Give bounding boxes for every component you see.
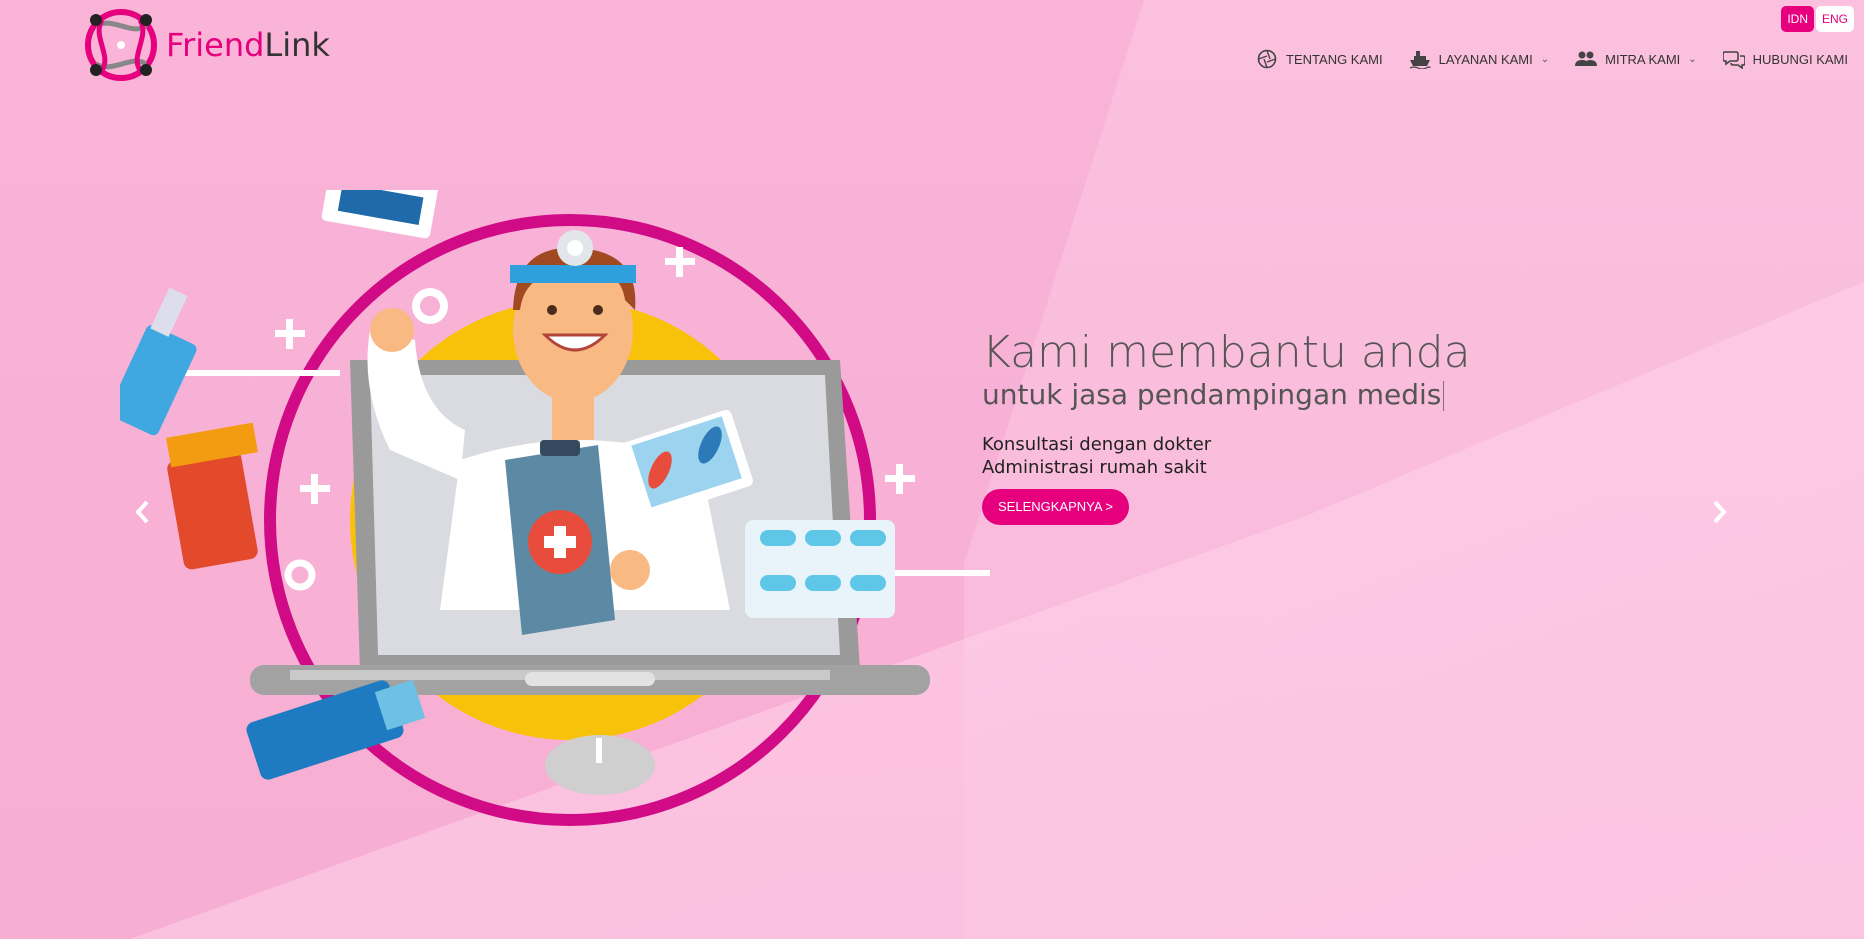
hero-list-item: Konsultasi dengan dokter xyxy=(982,434,1212,455)
nav-item-hubungi-kami[interactable]: HUBUNGI KAMI xyxy=(1722,48,1848,70)
brand-logo[interactable]: FriendLink xyxy=(82,5,330,85)
nav-item-tentang-kami[interactable]: TENTANG KAMI xyxy=(1256,48,1383,70)
nav-label-mitra-kami: MITRA KAMI xyxy=(1605,51,1681,67)
chevron-down-icon: ⌄ xyxy=(1688,53,1697,65)
chevron-left-icon xyxy=(135,500,149,524)
chevron-right-icon xyxy=(1713,500,1727,524)
friendlink-logo-icon xyxy=(85,9,157,81)
brand-name: FriendLink xyxy=(166,26,330,64)
main-nav: TENTANG KAMI LAYANAN KAMI ⌄ MITRA KAMI ⌄… xyxy=(1256,48,1848,70)
carousel-next-button[interactable] xyxy=(1708,497,1732,527)
chat-bubbles-icon xyxy=(1722,48,1745,70)
carousel-prev-button[interactable] xyxy=(130,497,154,527)
brand-name-part2: Link xyxy=(264,26,330,64)
hero-content: Kami membantu anda untuk jasa pendamping… xyxy=(982,325,1542,525)
aperture-icon xyxy=(1256,48,1278,70)
chevron-down-icon: ⌄ xyxy=(1540,53,1550,65)
doctor-illustration xyxy=(120,190,990,826)
brand-name-part1: Friend xyxy=(166,26,265,64)
nav-item-mitra-kami[interactable]: MITRA KAMI ⌄ xyxy=(1575,48,1697,70)
language-switch: IDN ENG xyxy=(1781,6,1854,32)
language-option-eng[interactable]: ENG xyxy=(1815,6,1854,32)
page: FriendLink IDN ENG TENTANG KAMI LAYANAN … xyxy=(0,0,1864,939)
selengkapnya-button[interactable]: SELENGKAPNYA > xyxy=(982,489,1130,525)
nav-label-tentang-kami: TENTANG KAMI xyxy=(1286,51,1383,67)
people-icon xyxy=(1575,48,1598,70)
hero-subtitle-text: untuk jasa pendampingan medis xyxy=(982,378,1442,411)
hero-list: Konsultasi dengan dokter Administrasi ru… xyxy=(982,433,1542,479)
nav-item-layanan-kami[interactable]: LAYANAN KAMI ⌄ xyxy=(1409,48,1550,70)
ship-icon xyxy=(1409,48,1431,70)
hero-subtitle: untuk jasa pendampingan medis xyxy=(982,377,1542,413)
text-cursor xyxy=(1443,381,1445,411)
nav-label-hubungi-kami: HUBUNGI KAMI xyxy=(1752,51,1848,67)
language-option-idn[interactable]: IDN xyxy=(1781,6,1814,32)
hero-title: Kami membantu anda xyxy=(982,327,1471,378)
hero-list-item: Administrasi rumah sakit xyxy=(982,457,1207,478)
nav-label-layanan-kami: LAYANAN KAMI xyxy=(1438,51,1533,67)
